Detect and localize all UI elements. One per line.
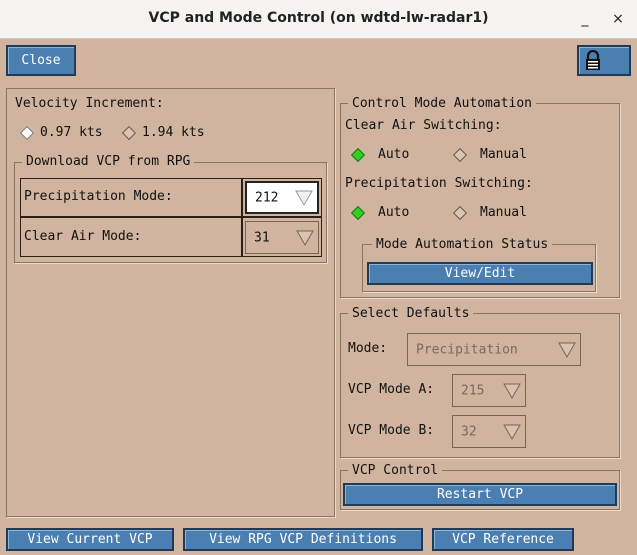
vcp-reference-button[interactable]: VCP Reference	[432, 528, 574, 551]
chevron-down-icon	[295, 190, 313, 206]
vcp-mode-a-label: VCP Mode A:	[348, 382, 435, 397]
precip-mode-combo[interactable]: 212	[245, 181, 319, 214]
velocity-194-label[interactable]: 1.94 kts	[142, 125, 205, 140]
minimize-button[interactable]: _	[574, 8, 596, 30]
clear-air-combo[interactable]: 31	[245, 221, 319, 254]
clear-air-switching-label: Clear Air Switching:	[345, 118, 502, 133]
automation-legend: Control Mode Automation	[348, 96, 537, 111]
chevron-down-icon	[503, 424, 521, 440]
lock-button[interactable]	[577, 45, 631, 76]
clear-air-mode-cell: Clear Air Mode:	[20, 217, 242, 257]
view-rpg-vcp-definitions-button[interactable]: View RPG VCP Definitions	[183, 528, 423, 551]
view-edit-button[interactable]: View/Edit	[367, 262, 593, 285]
view-current-vcp-button[interactable]: View Current VCP	[6, 528, 174, 551]
vcp-mode-b-combo[interactable]: 32	[452, 415, 526, 448]
download-vcp-legend: Download VCP from RPG	[22, 154, 195, 169]
close-button[interactable]: Close	[6, 45, 76, 76]
left-panel	[6, 88, 335, 517]
velocity-increment-label: Velocity Increment:	[15, 96, 164, 111]
vcp-control-legend: VCP Control	[348, 463, 443, 478]
precip-auto-label[interactable]: Auto	[378, 205, 409, 220]
precip-mode-cell: Precipitation Mode:	[20, 178, 242, 217]
clear-air-combo-cell: 31	[242, 217, 322, 257]
clear-air-auto-label[interactable]: Auto	[378, 147, 409, 162]
vcp-mode-a-combo[interactable]: 215	[452, 374, 526, 407]
lock-icon	[586, 50, 600, 70]
restart-vcp-button[interactable]: Restart VCP	[343, 483, 617, 506]
precip-manual-label[interactable]: Manual	[480, 205, 527, 220]
velocity-097-label[interactable]: 0.97 kts	[40, 125, 103, 140]
precip-switching-label: Precipitation Switching:	[345, 176, 533, 191]
clear-air-mode-label: Clear Air Mode:	[24, 229, 142, 244]
chevron-down-icon	[558, 342, 576, 358]
precip-mode-value: 212	[255, 190, 279, 205]
vcp-mode-a-value: 215	[461, 383, 485, 398]
precip-mode-combo-cell: 212	[242, 178, 322, 217]
window-close-button[interactable]: ×	[607, 8, 629, 30]
mode-combo[interactable]: Precipitation	[407, 333, 581, 366]
precip-mode-label: Precipitation Mode:	[24, 189, 173, 204]
window-title: VCP and Mode Control (on wdtd-lw-radar1)	[148, 10, 489, 26]
vcp-mode-b-label: VCP Mode B:	[348, 423, 435, 438]
vcp-mode-b-value: 32	[461, 424, 477, 439]
chevron-down-icon	[503, 383, 521, 399]
mode-value: Precipitation	[416, 342, 518, 357]
chevron-down-icon	[296, 230, 314, 246]
select-defaults-legend: Select Defaults	[348, 306, 474, 321]
mode-status-legend: Mode Automation Status	[372, 237, 553, 252]
clear-air-manual-label[interactable]: Manual	[480, 147, 527, 162]
clear-air-value: 31	[254, 230, 270, 245]
mode-label: Mode:	[348, 341, 388, 356]
